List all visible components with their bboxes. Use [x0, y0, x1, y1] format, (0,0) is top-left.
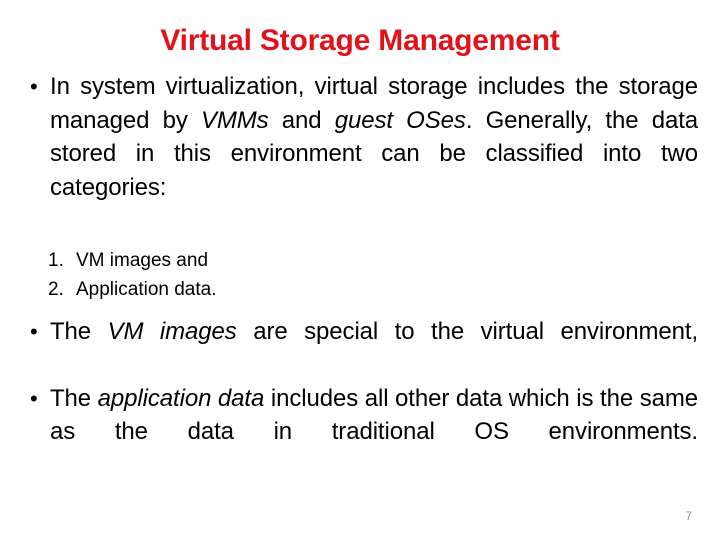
bullet-item-3: • The application data includes all othe…	[22, 382, 698, 483]
numbered-list-item-1: 1. VM images and	[22, 246, 698, 275]
bullet-item-1: • In system virtualization, virtual stor…	[22, 70, 698, 238]
bullet-3-segment-1: The	[50, 384, 98, 412]
bullet-text-3: The application data includes all other …	[50, 382, 698, 483]
bullet-marker-icon: •	[30, 318, 38, 344]
bullet-marker-icon: •	[30, 74, 38, 99]
bullet-1-segment-2-italic: VMMs	[200, 106, 269, 134]
bullet-marker-icon: •	[30, 385, 38, 411]
bullet-2-segment-3: are special to the virtual environment,	[236, 317, 699, 345]
bullet-3-segment-2-italic: application data	[97, 384, 265, 412]
list-number-2: 2.	[48, 278, 64, 300]
bullet-2-segment-2-italic: VM images	[107, 317, 237, 345]
list-number-1: 1.	[48, 249, 64, 271]
spacer-after-list	[22, 304, 698, 315]
list-label-1: VM images and	[76, 249, 209, 271]
slide: Virtual Storage Management • In system v…	[0, 0, 720, 540]
slide-title: Virtual Storage Management	[160, 24, 560, 57]
bullet-1-segment-3: and	[268, 106, 335, 134]
numbered-list-item-2: 2. Application data.	[22, 275, 698, 304]
bullet-item-2: • The VM images are special to the virtu…	[22, 315, 698, 382]
bullet-1-segment-4-italic: guest OSes	[334, 106, 466, 134]
bullet-2-segment-1: The	[50, 317, 108, 345]
bullet-text-1: In system virtualization, virtual storag…	[50, 70, 698, 238]
page-number: 7	[685, 509, 692, 523]
slide-body: • In system virtualization, virtual stor…	[22, 70, 698, 482]
list-label-2: Application data.	[76, 278, 217, 300]
numbered-sublist: 1. VM images and 2. Application data.	[22, 246, 698, 304]
bullet-text-2: The VM images are special to the virtual…	[50, 315, 698, 382]
